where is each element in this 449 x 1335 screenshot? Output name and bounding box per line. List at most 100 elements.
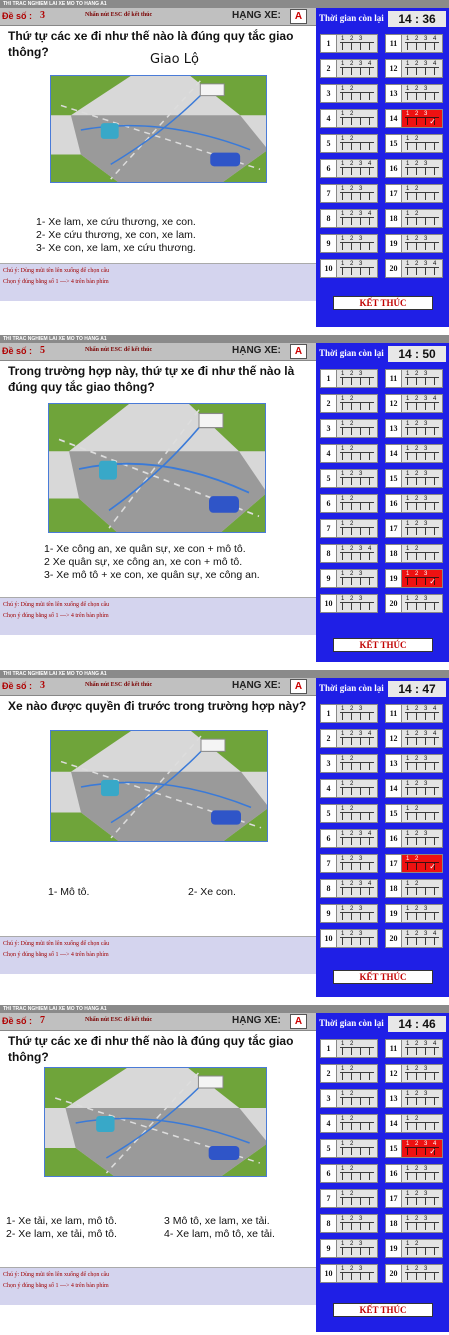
question-cell[interactable]: 18 1 2 — [385, 879, 443, 898]
answer-options-box[interactable]: 1 2 — [337, 444, 378, 463]
option-checkboxes[interactable] — [340, 1172, 374, 1180]
question-cell[interactable]: 21 2 — [320, 1064, 378, 1083]
question-cell[interactable]: 20 1 2 3 — [385, 594, 443, 613]
option-checkboxes[interactable] — [405, 242, 439, 250]
answer-options-box[interactable]: 1 2 — [337, 1039, 378, 1058]
question-cell[interactable]: 51 2 — [320, 134, 378, 153]
option-checkboxes[interactable] — [405, 887, 439, 895]
question-cell[interactable]: 91 2 3 — [320, 1239, 378, 1258]
option-checkboxes[interactable] — [340, 192, 374, 200]
answer-options-box[interactable]: 1 2 — [337, 804, 378, 823]
question-cell[interactable]: 81 2 3 4 — [320, 544, 378, 563]
answer-option[interactable]: 3 Mô tô, xe lam, xe tải. — [164, 1215, 270, 1227]
question-cell[interactable]: 31 2 — [320, 754, 378, 773]
question-cell[interactable]: 16 1 2 3 — [385, 1164, 443, 1183]
question-cell[interactable]: 11 2 — [320, 1039, 378, 1058]
option-checkboxes[interactable] — [340, 92, 374, 100]
question-cell[interactable]: 12 1 2 3 4 — [385, 729, 443, 748]
question-cell[interactable]: 19 1 2 3 ✓ — [385, 569, 443, 588]
question-cell[interactable]: 12 1 2 3 4 — [385, 59, 443, 78]
question-cell[interactable]: 20 1 2 3 — [385, 1264, 443, 1283]
question-cell[interactable]: 61 2 — [320, 494, 378, 513]
option-checkboxes[interactable] — [405, 1047, 439, 1055]
option-checkboxes[interactable] — [405, 167, 439, 175]
question-cell[interactable]: 19 1 2 — [385, 1239, 443, 1258]
option-checkboxes[interactable] — [340, 737, 374, 745]
option-checkboxes[interactable] — [405, 192, 439, 200]
question-cell[interactable]: 91 2 3 — [320, 904, 378, 923]
question-cell[interactable]: 13 1 2 3 — [385, 84, 443, 103]
answer-options-box[interactable]: 1 2 3 — [337, 34, 378, 53]
question-cell[interactable]: 15 1 2 — [385, 134, 443, 153]
question-cell[interactable]: 13 1 2 3 — [385, 419, 443, 438]
question-cell[interactable]: 18 1 2 — [385, 209, 443, 228]
answer-options-box[interactable]: 1 2 — [337, 394, 378, 413]
answer-options-box[interactable]: 1 2 3 — [337, 1214, 378, 1233]
option-checkboxes[interactable] — [340, 377, 374, 385]
answer-options-box[interactable]: 1 2 3 — [402, 594, 443, 613]
answer-options-box[interactable]: 1 2 3 4 — [337, 729, 378, 748]
answer-options-box[interactable]: 1 2 3 — [337, 854, 378, 873]
answer-options-box[interactable]: 1 2 — [337, 1064, 378, 1083]
option-checkboxes[interactable] — [405, 762, 439, 770]
question-cell[interactable]: 14 1 2 — [385, 1114, 443, 1133]
option-checkboxes[interactable] — [340, 167, 374, 175]
question-cell[interactable]: 10 1 2 3 — [320, 259, 378, 278]
question-cell[interactable]: 71 2 — [320, 1189, 378, 1208]
answer-options-box[interactable]: 1 2 — [337, 779, 378, 798]
option-checkboxes[interactable] — [340, 477, 374, 485]
question-cell[interactable]: 41 2 — [320, 779, 378, 798]
question-cell[interactable]: 13 1 2 3 — [385, 1089, 443, 1108]
option-checkboxes[interactable] — [405, 217, 439, 225]
question-cell[interactable]: 18 1 2 — [385, 544, 443, 563]
question-cell[interactable]: 17 1 2 ✓ — [385, 854, 443, 873]
option-checkboxes[interactable] — [340, 1147, 374, 1155]
option-checkboxes[interactable] — [405, 67, 439, 75]
option-checkboxes[interactable] — [340, 1197, 374, 1205]
question-cell[interactable]: 21 2 3 4 — [320, 59, 378, 78]
option-checkboxes[interactable] — [340, 1097, 374, 1105]
answer-options-box[interactable]: 1 2 — [402, 1114, 443, 1133]
answer-option[interactable]: 1- Xe tải, xe lam, mô tô. — [6, 1215, 117, 1227]
answer-options-box[interactable]: 1 2 — [402, 184, 443, 203]
answer-options-box[interactable]: 1 2 3 4 — [402, 1039, 443, 1058]
answer-options-box[interactable]: 1 2 — [337, 109, 378, 128]
question-cell[interactable]: 51 2 — [320, 804, 378, 823]
answer-options-box[interactable]: 1 2 — [337, 754, 378, 773]
question-cell[interactable]: 20 1 2 3 4 — [385, 259, 443, 278]
question-cell[interactable]: 18 1 2 3 — [385, 1214, 443, 1233]
answer-options-box[interactable]: 1 2 3 — [402, 1214, 443, 1233]
option-checkboxes[interactable] — [340, 527, 374, 535]
finish-button[interactable]: KẾT THÚC — [333, 1303, 433, 1317]
question-cell[interactable]: 10 1 2 3 — [320, 1264, 378, 1283]
option-checkboxes[interactable] — [340, 67, 374, 75]
answer-option[interactable]: 2- Xe cứu thương, xe con, xe lam. — [36, 229, 196, 241]
option-checkboxes[interactable] — [340, 1047, 374, 1055]
option-checkboxes[interactable] — [340, 812, 374, 820]
option-checkboxes[interactable] — [405, 1197, 439, 1205]
option-checkboxes[interactable] — [405, 1272, 439, 1280]
answer-options-box[interactable]: 1 2 — [337, 134, 378, 153]
option-checkboxes[interactable] — [340, 1072, 374, 1080]
question-cell[interactable]: 12 1 2 3 — [385, 1064, 443, 1083]
option-checkboxes[interactable] — [340, 242, 374, 250]
option-checkboxes[interactable] — [405, 937, 439, 945]
answer-options-box[interactable]: 1 2 3 — [402, 754, 443, 773]
answer-options-box[interactable]: 1 2 3 4 — [337, 829, 378, 848]
finish-button[interactable]: KẾT THÚC — [333, 638, 433, 652]
answer-options-box[interactable]: 1 2 — [337, 419, 378, 438]
question-cell[interactable]: 31 2 — [320, 1089, 378, 1108]
question-cell[interactable]: 15 1 2 3 4 ✓ — [385, 1139, 443, 1158]
question-cell[interactable]: 11 2 3 — [320, 369, 378, 388]
question-cell[interactable]: 21 2 3 4 — [320, 729, 378, 748]
answer-options-box[interactable]: 1 2 3 — [402, 1164, 443, 1183]
answer-options-box[interactable]: 1 2 3 — [402, 159, 443, 178]
question-cell[interactable]: 15 1 2 — [385, 804, 443, 823]
question-cell[interactable]: 51 2 3 — [320, 469, 378, 488]
question-cell[interactable]: 41 2 — [320, 1114, 378, 1133]
question-cell[interactable]: 16 1 2 3 — [385, 829, 443, 848]
answer-options-box[interactable]: 1 2 — [402, 134, 443, 153]
question-cell[interactable]: 19 1 2 3 — [385, 904, 443, 923]
question-cell[interactable]: 14 1 2 3 — [385, 779, 443, 798]
question-cell[interactable]: 41 2 — [320, 109, 378, 128]
